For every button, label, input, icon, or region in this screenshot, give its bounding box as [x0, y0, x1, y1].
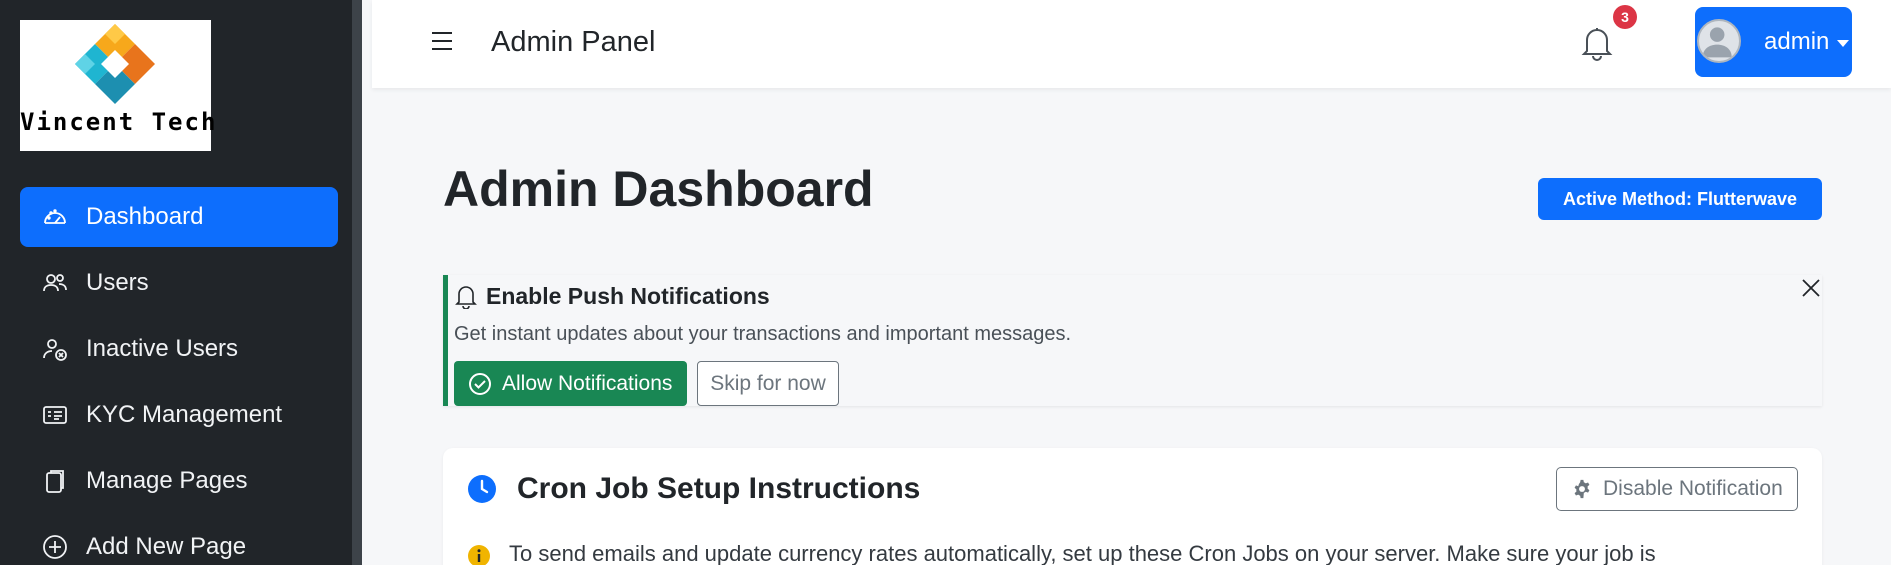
notification-bell-icon[interactable] [1581, 25, 1613, 61]
user-silhouette-icon [1702, 27, 1732, 58]
diamond-logo-icon [75, 24, 155, 104]
notification-count-badge: 3 [1613, 5, 1637, 29]
speedometer-icon [42, 204, 68, 230]
user-name: admin [1764, 28, 1830, 55]
sidebar-nav: Dashboard Users Inactive Users KYC Manag… [20, 187, 338, 565]
menu-toggle-icon[interactable] [432, 32, 454, 54]
bell-icon [455, 286, 477, 309]
sidebar-item-label: Manage Pages [86, 467, 248, 494]
sidebar-item-users[interactable]: Users [20, 253, 338, 313]
allow-notifications-button[interactable]: Allow Notifications [454, 361, 687, 406]
clock-icon [468, 475, 496, 503]
sidebar-item-label: Inactive Users [86, 335, 239, 362]
push-notification-card: Enable Push Notifications Get instant up… [443, 275, 1822, 406]
user-menu-button[interactable]: admin [1695, 7, 1852, 77]
gear-icon [1574, 479, 1590, 499]
chevron-down-icon [1837, 40, 1849, 47]
page-title: Admin Dashboard [443, 161, 874, 217]
disable-notification-button[interactable]: Disable Notification [1556, 467, 1798, 511]
sidebar-scrollbar[interactable] [352, 0, 362, 565]
files-icon [42, 468, 68, 494]
topbar: Admin Panel 3 admin [372, 0, 1891, 88]
skip-for-now-button[interactable]: Skip for now [697, 361, 839, 406]
sidebar-item-label: Dashboard [86, 203, 204, 230]
cron-card-description: To send emails and update currency rates… [509, 541, 1656, 565]
brand-logo-text: Vincent Tech [20, 108, 218, 136]
sidebar: Vincent Tech Dashboard Users Inactive Us… [0, 0, 362, 565]
sidebar-item-label: Add New Page [86, 533, 247, 560]
sidebar-item-dashboard[interactable]: Dashboard [20, 187, 338, 247]
brand-logo[interactable]: Vincent Tech [20, 20, 218, 151]
person-x-icon [42, 336, 68, 362]
people-icon [42, 270, 68, 296]
id-card-icon [42, 402, 68, 428]
cron-instructions-card: Cron Job Setup Instructions Disable Noti… [443, 448, 1822, 565]
info-icon [468, 545, 490, 565]
check-circle-icon [469, 372, 491, 395]
avatar [1697, 19, 1741, 63]
sidebar-item-label: Users [86, 269, 149, 296]
push-card-description: Get instant updates about your transacti… [454, 323, 1072, 345]
active-method-badge: Active Method: Flutterwave [1538, 178, 1822, 220]
sidebar-item-manage-pages[interactable]: Manage Pages [20, 451, 338, 511]
sidebar-item-inactive-users[interactable]: Inactive Users [20, 319, 338, 379]
sidebar-item-label: KYC Management [86, 401, 283, 428]
sidebar-item-kyc-management[interactable]: KYC Management [20, 385, 338, 445]
sidebar-item-add-new-page[interactable]: Add New Page [20, 517, 338, 565]
cron-card-title: Cron Job Setup Instructions [517, 472, 921, 505]
close-icon[interactable] [1800, 277, 1822, 299]
topbar-title: Admin Panel [491, 26, 656, 58]
disable-notification-label: Disable Notification [1603, 477, 1783, 500]
plus-circle-icon [42, 534, 68, 560]
push-card-title: Enable Push Notifications [486, 283, 770, 309]
allow-notifications-label: Allow Notifications [502, 371, 673, 395]
